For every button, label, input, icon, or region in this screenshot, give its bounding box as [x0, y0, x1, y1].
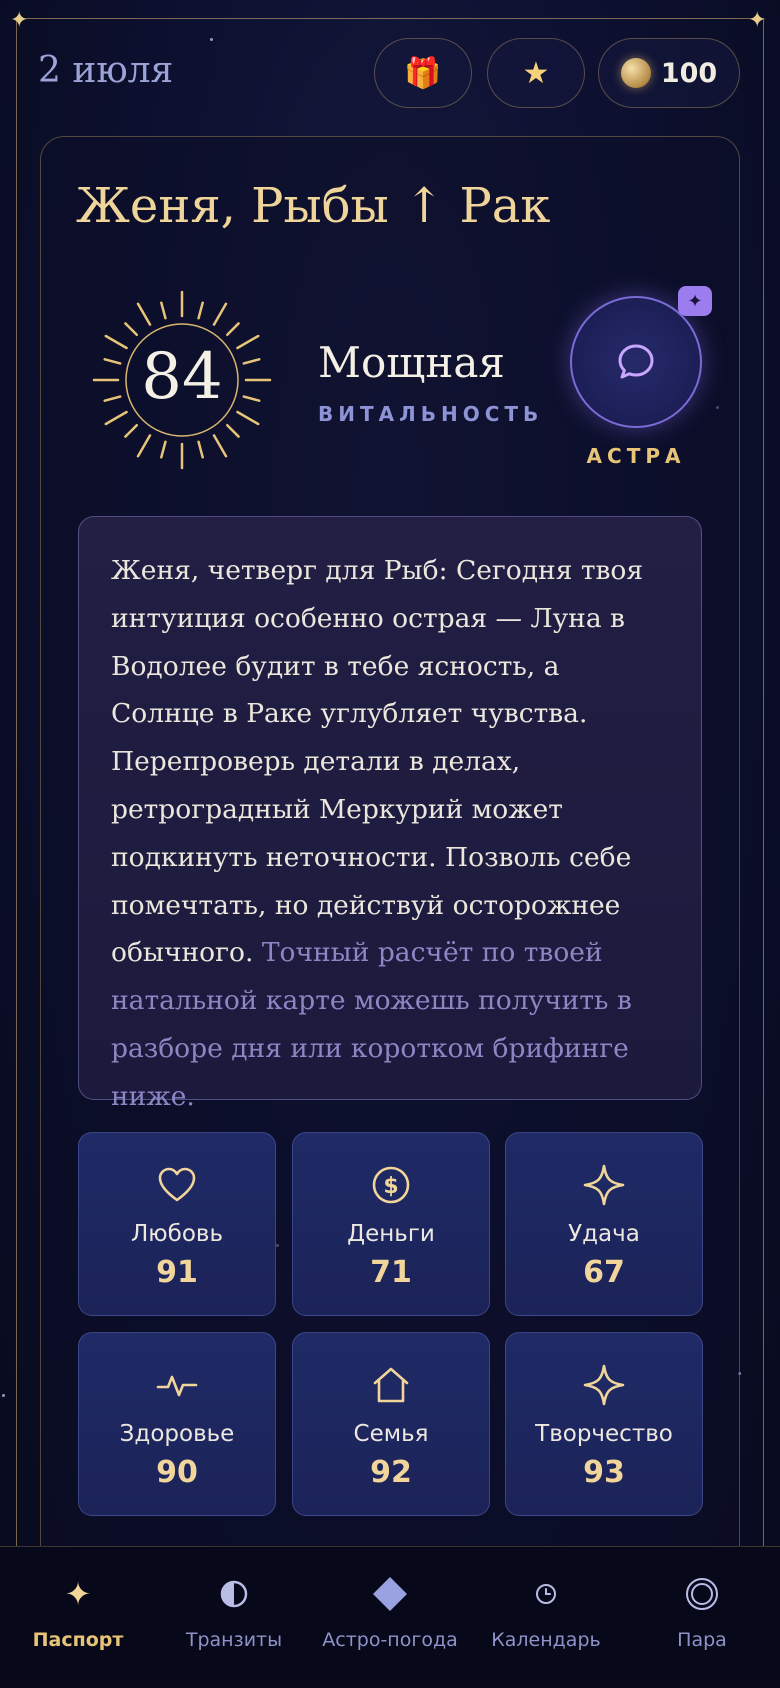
- stat-label: Деньги: [347, 1221, 435, 1247]
- stat-tile-creativity[interactable]: Творчество 93: [505, 1332, 703, 1516]
- house-icon: [373, 1367, 409, 1403]
- star-icon: ★: [522, 55, 550, 91]
- stat-value: 93: [583, 1455, 625, 1490]
- daily-forecast-card: Женя, четверг для Рыб: Сегодня твоя инту…: [78, 516, 702, 1112]
- svg-text:$: $: [383, 1174, 398, 1199]
- stat-label: Семья: [353, 1421, 429, 1447]
- sun-ray: [136, 434, 152, 458]
- vitality-level: Мощная: [318, 338, 505, 387]
- stat-value: 91: [156, 1255, 198, 1290]
- stat-value: 90: [156, 1455, 198, 1490]
- vitality-label: ВИТАЛЬНОСТЬ: [318, 402, 544, 426]
- sun-ray: [124, 322, 138, 336]
- nav-label: Паспорт: [32, 1629, 124, 1651]
- stat-label: Здоровье: [119, 1421, 235, 1447]
- nav-passport[interactable]: ✦ Паспорт: [0, 1547, 156, 1688]
- vitality-score: 84: [141, 340, 223, 414]
- nav-label: Транзиты: [185, 1629, 283, 1651]
- corner-star-icon: ✦: [748, 8, 767, 33]
- rings-icon: [684, 1575, 720, 1613]
- stat-tile-luck[interactable]: Удача 67: [505, 1132, 703, 1316]
- dollar-coin-icon: $: [372, 1166, 410, 1204]
- sun-ray: [212, 302, 228, 326]
- stat-tile-family[interactable]: Семья 92: [292, 1332, 490, 1516]
- star-dot: [2, 1394, 5, 1397]
- clock-icon: [534, 1575, 558, 1613]
- stat-label: Удача: [568, 1221, 640, 1247]
- corner-star-icon: ✦: [10, 8, 29, 33]
- sparkle-badge-icon: ✦: [678, 286, 712, 316]
- chat-bubble-icon: [618, 344, 654, 379]
- sun-ray: [212, 434, 228, 458]
- nav-label: Астро-погода: [322, 1629, 458, 1651]
- date-label: 2 июля: [38, 50, 174, 91]
- sun-ray: [197, 440, 204, 459]
- diamond-icon: [371, 1575, 409, 1613]
- stat-label: Творчество: [535, 1421, 673, 1447]
- heart-icon: [158, 1167, 196, 1202]
- profile-title: Женя, Рыбы ↑ Рак: [76, 178, 551, 234]
- gift-button[interactable]: 🎁: [374, 38, 472, 108]
- sun-ray: [226, 322, 240, 336]
- half-moon-icon: [219, 1575, 249, 1613]
- nav-label: Календарь: [491, 1629, 601, 1651]
- stat-label: Любовь: [130, 1221, 224, 1247]
- nav-calendar[interactable]: Календарь: [468, 1547, 624, 1688]
- stat-value: 92: [370, 1455, 412, 1490]
- sun-ray: [160, 301, 167, 320]
- sparkle-icon: ✦: [64, 1575, 92, 1613]
- sparkle-icon: [583, 1164, 625, 1206]
- sun-ray: [136, 302, 152, 326]
- bottom-nav: ✦ Паспорт Транзиты Астро-погода Календар…: [0, 1546, 780, 1688]
- nav-transits[interactable]: Транзиты: [156, 1547, 312, 1688]
- astra-chat-button[interactable]: [570, 296, 702, 428]
- sun-ray: [160, 440, 167, 459]
- astra-label: АСТРА: [586, 444, 686, 468]
- pulse-icon: [156, 1375, 198, 1397]
- stat-tile-money[interactable]: $ Деньги 71: [292, 1132, 490, 1316]
- nav-label: Пара: [677, 1629, 727, 1651]
- star-dot: [210, 38, 213, 41]
- sparkle-icon: [583, 1364, 625, 1406]
- sun-ray: [226, 424, 240, 438]
- sun-ray: [197, 301, 204, 320]
- nav-astro-weather[interactable]: Астро-погода: [312, 1547, 468, 1688]
- favorites-button[interactable]: ★: [487, 38, 585, 108]
- stat-tile-love[interactable]: Любовь 91: [78, 1132, 276, 1316]
- nav-pair[interactable]: Пара: [624, 1547, 780, 1688]
- stat-value: 67: [583, 1255, 625, 1290]
- coins-button[interactable]: 100: [598, 38, 740, 108]
- coin-balance: 100: [660, 57, 718, 89]
- forecast-text: Женя, четверг для Рыб: Сегодня твоя инту…: [111, 555, 644, 969]
- stat-tile-health[interactable]: Здоровье 90: [78, 1332, 276, 1516]
- stat-value: 71: [370, 1255, 412, 1290]
- gift-icon: 🎁: [404, 55, 442, 91]
- coin-icon: [620, 58, 651, 88]
- sun-ray: [124, 424, 138, 438]
